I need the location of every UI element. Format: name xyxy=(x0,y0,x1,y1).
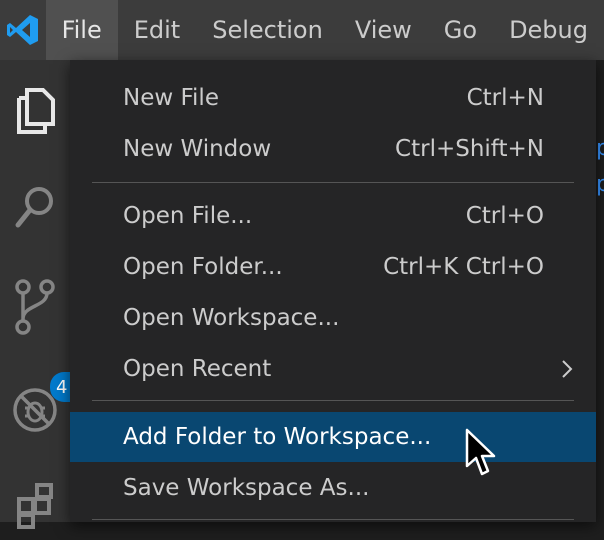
file-menu-dropdown: New File Ctrl+N New Window Ctrl+Shift+N … xyxy=(70,60,596,522)
menu-debug[interactable]: Debug xyxy=(493,0,604,60)
menu-item-open-workspace[interactable]: Open Workspace... xyxy=(70,293,596,343)
editor-text-fragment: p xyxy=(596,136,604,161)
menu-item-save-workspace-as[interactable]: Save Workspace As... xyxy=(70,463,596,513)
menubar: File Edit Selection View Go Debug xyxy=(0,0,604,60)
menu-item-open-file[interactable]: Open File... Ctrl+O xyxy=(70,191,596,241)
search-icon[interactable] xyxy=(0,172,70,242)
menu-item-label: Add Folder to Workspace... xyxy=(123,424,432,450)
explorer-icon[interactable] xyxy=(0,75,70,145)
menu-item-shortcut: Ctrl+O xyxy=(465,203,544,229)
menu-go[interactable]: Go xyxy=(428,0,493,60)
menu-item-new-window[interactable]: New Window Ctrl+Shift+N xyxy=(70,124,596,174)
menu-view[interactable]: View xyxy=(339,0,428,60)
menu-item-label: New File xyxy=(123,85,219,111)
chevron-right-icon xyxy=(560,359,574,379)
menu-selection[interactable]: Selection xyxy=(196,0,339,60)
menu-item-label: Open Recent xyxy=(123,356,272,382)
menu-item-new-file[interactable]: New File Ctrl+N xyxy=(70,73,596,123)
menu-edit[interactable]: Edit xyxy=(118,0,196,60)
menu-item-open-folder[interactable]: Open Folder... Ctrl+K Ctrl+O xyxy=(70,242,596,292)
menu-item-add-folder-to-workspace[interactable]: Add Folder to Workspace... xyxy=(70,412,596,462)
activity-bar: 4 xyxy=(0,60,72,529)
source-control-icon[interactable] xyxy=(0,272,70,342)
menu-item-label: Open File... xyxy=(123,203,253,229)
menu-item-shortcut: Ctrl+Shift+N xyxy=(395,136,544,162)
menu-item-label: Open Folder... xyxy=(123,254,283,280)
menu-item-label: New Window xyxy=(123,136,272,162)
menu-separator xyxy=(92,519,574,520)
mouse-cursor-icon xyxy=(465,428,497,478)
menu-file[interactable]: File xyxy=(45,0,118,60)
menu-separator xyxy=(92,182,574,183)
menu-item-label: Open Workspace... xyxy=(123,305,340,331)
menu-item-open-recent[interactable]: Open Recent xyxy=(70,344,596,394)
menu-separator xyxy=(92,400,574,401)
menu-item-label: Save Workspace As... xyxy=(123,475,370,501)
debug-icon[interactable] xyxy=(0,375,70,445)
menu-item-shortcut: Ctrl+N xyxy=(466,85,544,111)
menu-item-shortcut: Ctrl+K Ctrl+O xyxy=(383,254,544,280)
extensions-icon[interactable] xyxy=(0,470,70,540)
editor-text-fragment: p xyxy=(596,172,604,197)
vscode-logo-icon xyxy=(0,0,46,60)
